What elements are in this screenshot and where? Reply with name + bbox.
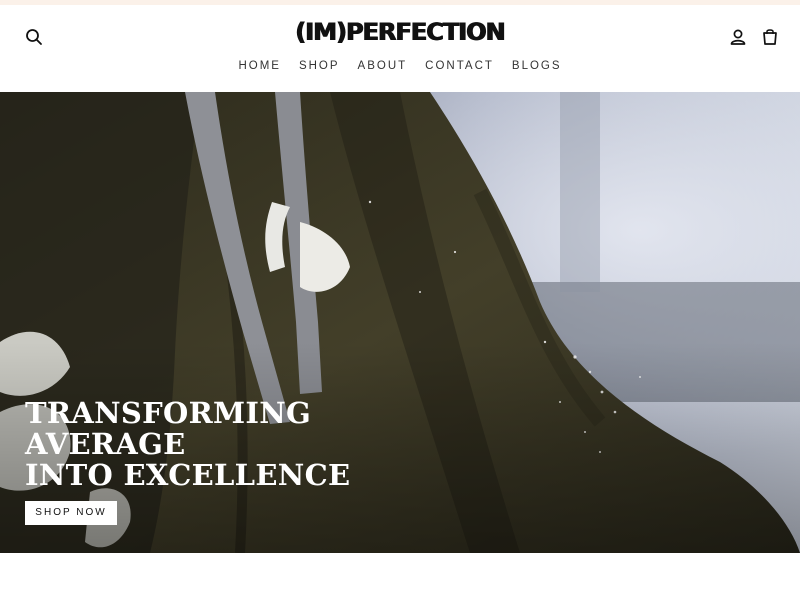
hero-headline: TRANSFORMING AVERAGE INTO EXCELLENCE	[25, 398, 350, 491]
nav-contact[interactable]: CONTACT	[425, 60, 494, 72]
site-logo[interactable]: (IM)PERFECTION	[0, 18, 800, 46]
page-content-area	[0, 553, 800, 600]
logo-text: (IM)PERFECTION	[295, 18, 505, 46]
nav-blogs[interactable]: BLOGS	[512, 60, 562, 72]
hero-headline-line-2: AVERAGE	[25, 427, 186, 461]
hero-banner: TRANSFORMING AVERAGE INTO EXCELLENCE SHO…	[0, 92, 800, 553]
shop-now-button[interactable]: SHOP NOW	[25, 501, 117, 525]
main-nav: HOME SHOP ABOUT CONTACT BLOGS	[0, 60, 800, 72]
nav-about[interactable]: ABOUT	[358, 60, 408, 72]
nav-home[interactable]: HOME	[238, 60, 281, 72]
site-header: (IM)PERFECTION HOME SHOP ABOUT CONTACT B…	[0, 5, 800, 92]
account-icon[interactable]	[727, 26, 749, 48]
hero-headline-line-1: TRANSFORMING	[25, 396, 312, 430]
cart-icon[interactable]	[759, 25, 781, 47]
hero-headline-line-3: INTO EXCELLENCE	[25, 458, 351, 492]
nav-shop[interactable]: SHOP	[299, 60, 340, 72]
